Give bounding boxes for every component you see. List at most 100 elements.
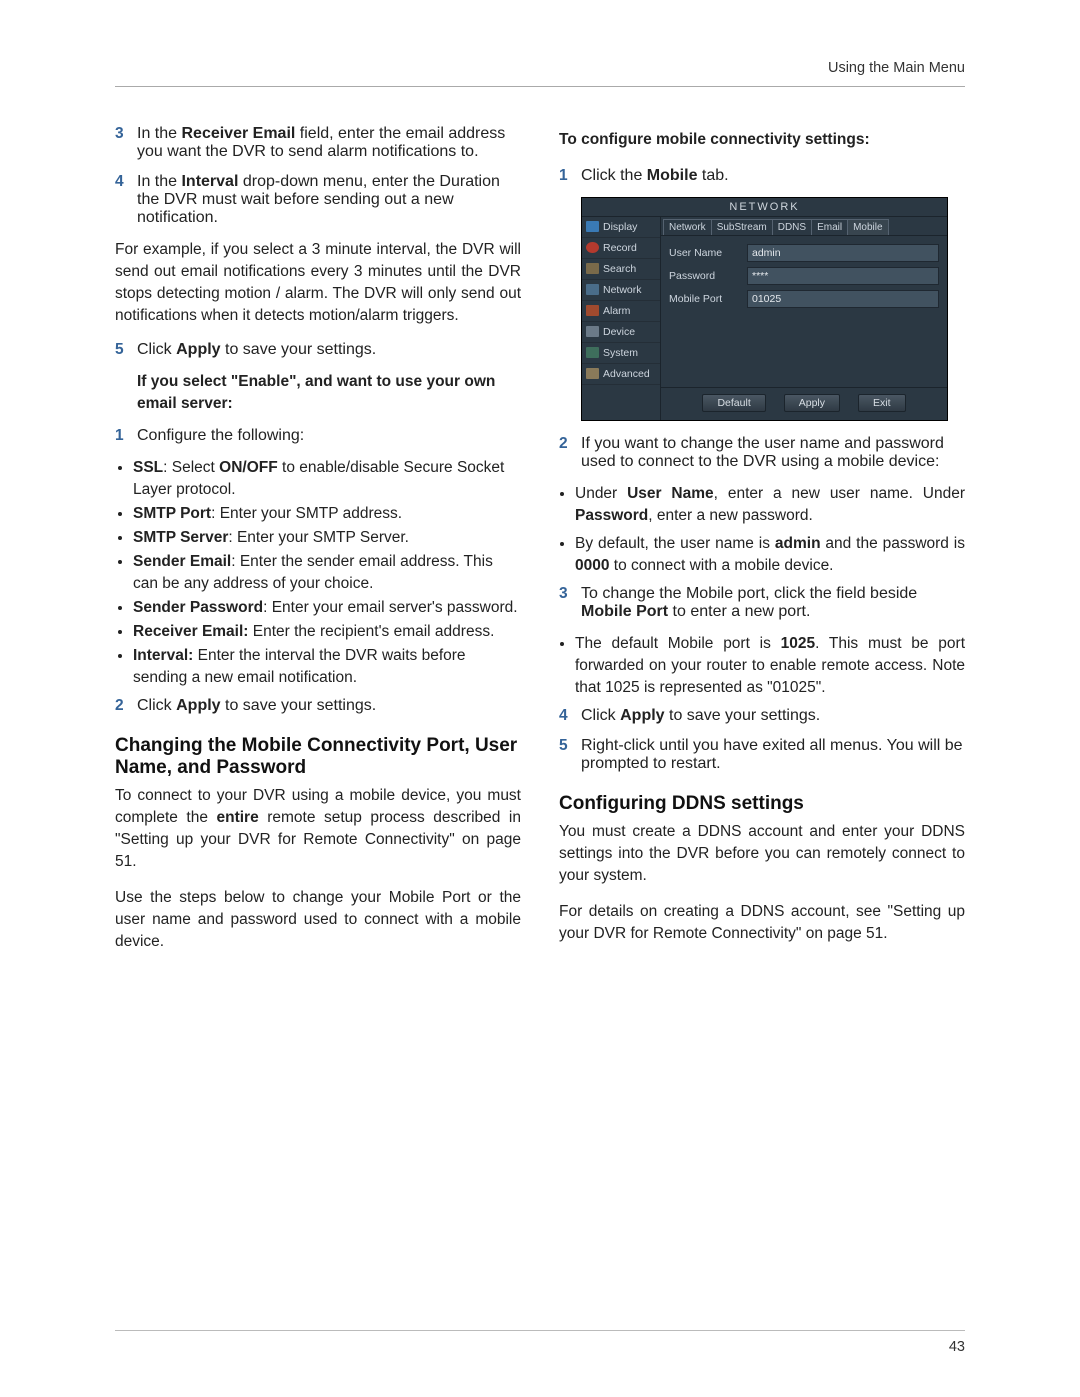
page: Using the Main Menu 3 In the Receiver Em…	[0, 0, 1080, 1397]
label: Password	[669, 270, 747, 282]
username-input[interactable]: admin	[747, 244, 939, 262]
r-step-5: 5 Right-click until you have exited all …	[559, 737, 965, 773]
t: Enter the recipient's email address.	[248, 623, 494, 640]
password-input[interactable]: ****	[747, 267, 939, 285]
t: to save your settings.	[221, 697, 377, 714]
step-number: 3	[559, 585, 581, 621]
t: In the	[137, 125, 181, 142]
b: 0000	[575, 557, 609, 574]
label: System	[603, 347, 638, 359]
mobile-p1: To connect to your DVR using a mobile de…	[115, 785, 521, 873]
step-5: 5 Click Apply to save your settings.	[115, 341, 521, 359]
step-number: 2	[559, 435, 581, 471]
sidebar-item-device[interactable]: Device	[582, 322, 660, 343]
b: Password	[575, 507, 648, 524]
tab-substream[interactable]: SubStream	[711, 219, 773, 235]
bullet: SMTP Port: Enter your SMTP address.	[133, 503, 521, 525]
t: : Select	[163, 459, 219, 476]
sidebar-item-network[interactable]: Network	[582, 280, 660, 301]
dvr-sidebar: Display Record Search Network Alarm Devi…	[582, 217, 661, 420]
step-number: 3	[115, 125, 137, 161]
default-button[interactable]: Default	[702, 394, 765, 412]
b: entire	[216, 809, 258, 826]
step-text: Click the Mobile tab.	[581, 167, 965, 185]
t: By default, the user name is	[575, 535, 775, 552]
left-column: 3 In the Receiver Email field, enter the…	[115, 117, 521, 967]
t: and the password is	[821, 535, 965, 552]
row-username: User Name admin	[669, 244, 939, 262]
step-3: 3 In the Receiver Email field, enter the…	[115, 125, 521, 161]
label: Search	[603, 263, 636, 275]
r2-bullets: Under User Name, enter a new user name. …	[559, 483, 965, 577]
b: SMTP Server	[133, 529, 228, 546]
sidebar-item-search[interactable]: Search	[582, 259, 660, 280]
sidebar-item-display[interactable]: Display	[582, 217, 660, 238]
b: Apply	[176, 697, 220, 714]
step-text: In the Receiver Email field, enter the e…	[137, 125, 521, 161]
sidebar-item-system[interactable]: System	[582, 343, 660, 364]
t: : Enter your SMTP Server.	[228, 529, 409, 546]
system-icon	[586, 347, 599, 358]
step-number: 5	[559, 737, 581, 773]
label: Record	[603, 242, 637, 254]
search-icon	[586, 263, 599, 274]
label: Display	[603, 221, 637, 233]
mobile-port-input[interactable]: 01025	[747, 290, 939, 308]
label: User Name	[669, 247, 747, 259]
t: The default Mobile port is	[575, 635, 781, 652]
tab-mobile[interactable]: Mobile	[847, 219, 888, 235]
dvr-buttons: Default Apply Exit	[661, 387, 947, 420]
t: , enter a new password.	[648, 507, 813, 524]
page-footer: 43	[115, 1330, 965, 1355]
own-step-1: 1 Configure the following:	[115, 427, 521, 445]
config-bullets: SSL: Select ON/OFF to enable/disable Sec…	[115, 457, 521, 689]
step-text: To change the Mobile port, click the fie…	[581, 585, 965, 621]
t: Click	[137, 341, 176, 358]
b: SMTP Port	[133, 505, 211, 522]
step-number: 1	[115, 427, 137, 445]
b: Mobile Port	[581, 603, 668, 620]
b: Interval:	[133, 647, 193, 664]
ddns-p1: You must create a DDNS account and enter…	[559, 821, 965, 887]
dvr-body: Display Record Search Network Alarm Devi…	[582, 217, 947, 420]
step-4-example: For example, if you select a 3 minute in…	[115, 239, 521, 327]
tab-ddns[interactable]: DDNS	[772, 219, 812, 235]
label: Device	[603, 326, 635, 338]
exit-button[interactable]: Exit	[858, 394, 906, 412]
apply-button[interactable]: Apply	[784, 394, 840, 412]
bullet: Sender Password: Enter your email server…	[133, 597, 521, 619]
t: : Enter your email server's password.	[263, 599, 518, 616]
right-column: To configure mobile connectivity setting…	[559, 117, 965, 967]
tab-network[interactable]: Network	[663, 219, 712, 235]
sidebar-item-alarm[interactable]: Alarm	[582, 301, 660, 322]
sidebar-item-record[interactable]: Record	[582, 238, 660, 259]
device-icon	[586, 326, 599, 337]
advanced-icon	[586, 368, 599, 379]
b: Receiver Email	[181, 125, 295, 142]
own-server-head: If you select "Enable", and want to use …	[137, 371, 521, 415]
tab-email[interactable]: Email	[811, 219, 848, 235]
label: Advanced	[603, 368, 650, 380]
display-icon	[586, 221, 599, 232]
step-number: 1	[559, 167, 581, 185]
dvr-fields: User Name admin Password **** Mobile Por…	[661, 236, 947, 317]
step-text: If you want to change the user name and …	[581, 435, 965, 471]
step-text: Click Apply to save your settings.	[581, 707, 965, 725]
t: tab.	[697, 167, 728, 184]
step-number: 5	[115, 341, 137, 359]
sidebar-item-advanced[interactable]: Advanced	[582, 364, 660, 385]
b: Mobile	[647, 167, 698, 184]
dvr-tabs: Network SubStream DDNS Email Mobile	[661, 217, 947, 236]
b: SSL	[133, 459, 163, 476]
r-step-3: 3 To change the Mobile port, click the f…	[559, 585, 965, 621]
step-text: Click Apply to save your settings.	[137, 341, 521, 359]
b: Interval	[181, 173, 238, 190]
b: admin	[775, 535, 821, 552]
mobile-p2: Use the steps below to change your Mobil…	[115, 887, 521, 953]
row-mobile-port: Mobile Port 01025	[669, 290, 939, 308]
t: to connect with a mobile device.	[609, 557, 833, 574]
record-icon	[586, 242, 599, 253]
configure-mobile-head: To configure mobile connectivity setting…	[559, 129, 965, 151]
bullet: By default, the user name is admin and t…	[575, 533, 965, 577]
t: to enter a new port.	[668, 603, 810, 620]
